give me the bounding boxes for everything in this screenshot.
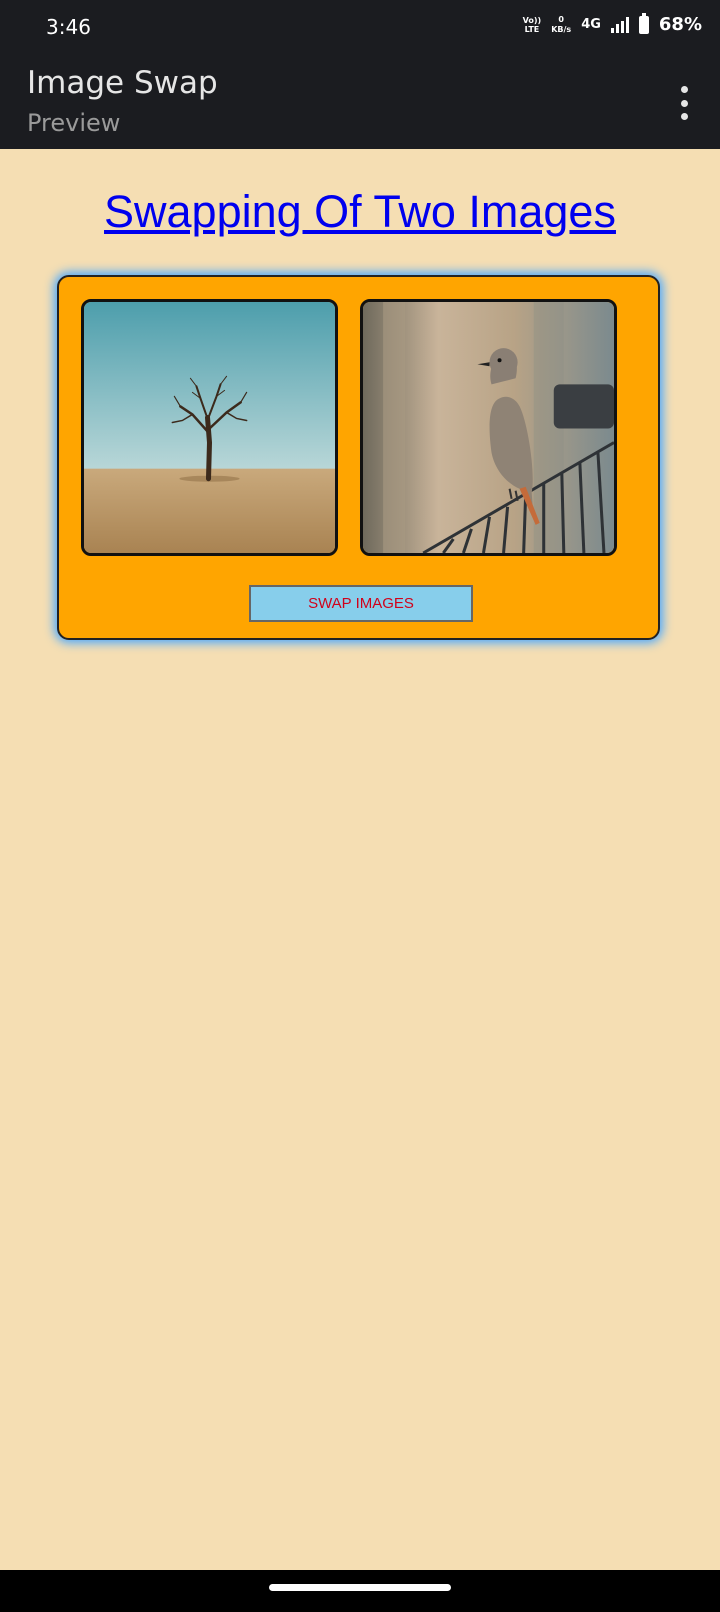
app-title: Image Swap (27, 65, 218, 101)
navigation-bar (0, 1570, 720, 1612)
app-subtitle: Preview (27, 109, 121, 137)
status-icons: Vo)) LTE 0 KB/s 4G 68% (523, 12, 702, 35)
bird-image (360, 299, 617, 556)
tree-image (81, 299, 338, 556)
network-speed: 0 KB/s (551, 15, 571, 35)
volte-top-text: Vo)) (522, 15, 542, 25)
network-speed-value: 0 (558, 14, 564, 24)
volte-bottom-text: LTE (524, 24, 540, 34)
network-type: 4G (581, 17, 601, 32)
more-vert-icon[interactable] (678, 86, 690, 120)
image-card: SWAP IMAGES (57, 275, 660, 640)
app-bar: Image Swap Preview (0, 56, 720, 149)
home-gesture-handle[interactable] (269, 1584, 451, 1591)
battery-icon (638, 12, 649, 34)
status-bar: 3:46 Vo)) LTE 0 KB/s 4G 68% (0, 0, 720, 56)
signal-icon (610, 16, 629, 33)
battery-percent: 68% (658, 14, 702, 35)
status-time: 3:46 (46, 15, 91, 39)
page-heading[interactable]: Swapping Of Two Images (0, 186, 720, 238)
volte-icon: Vo)) LTE (523, 16, 542, 34)
network-speed-unit: KB/s (551, 24, 572, 34)
swap-images-button[interactable]: SWAP IMAGES (249, 585, 473, 622)
